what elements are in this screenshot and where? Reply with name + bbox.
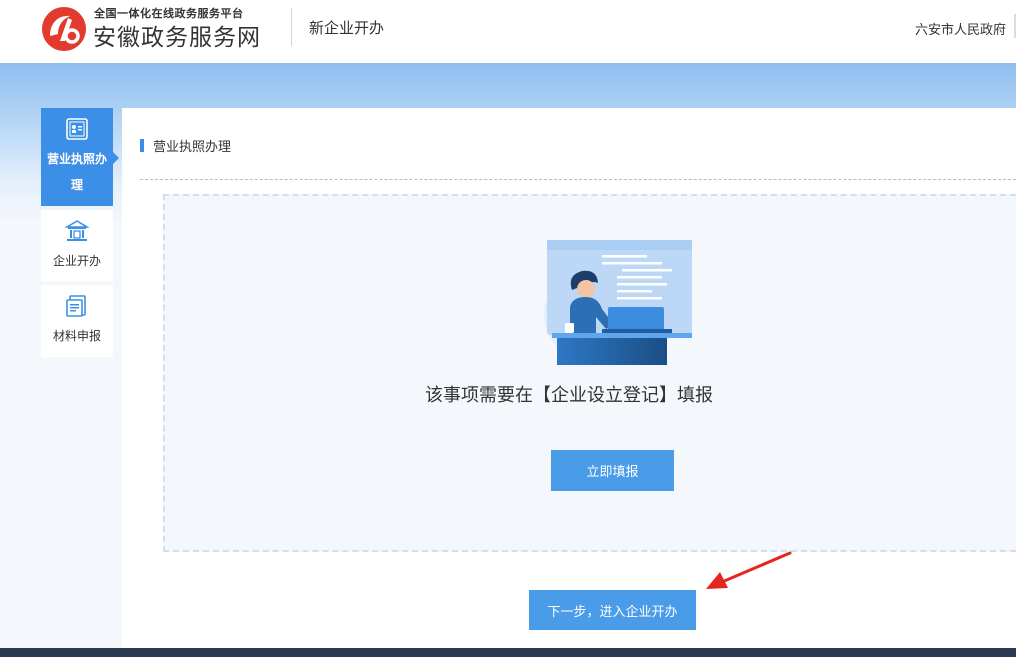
fill-now-button[interactable]: 立即填报 xyxy=(551,450,674,491)
sidebar-item-label: 材料申报 xyxy=(52,329,101,343)
license-icon xyxy=(66,118,88,140)
notice-text: 该事项需要在【企业设立登记】填报 xyxy=(425,385,713,406)
site-title[interactable]: 安徽政务服务网 xyxy=(93,18,261,52)
active-indicator-arrow xyxy=(113,152,119,164)
sidebar-item-company[interactable]: 企业开办 xyxy=(41,210,113,281)
sidebar-item-label: 营业执照办理 xyxy=(46,152,107,192)
logo-icon[interactable] xyxy=(41,6,87,52)
section-divider xyxy=(140,179,1016,180)
header-section-title: 新企业开办 xyxy=(309,19,385,37)
header-divider xyxy=(291,8,292,46)
annotation-arrow-icon xyxy=(706,551,792,589)
sidebar-item-materials[interactable]: 材料申报 xyxy=(41,285,113,357)
document-icon xyxy=(66,295,86,317)
sidebar-item-label: 企业开办 xyxy=(52,254,101,268)
sidebar-item-license[interactable]: 营业执照办理 xyxy=(41,108,113,206)
site-header: 全国一体化在线政务服务平台 安徽政务服务网 新企业开办 六安市人民政府 xyxy=(0,0,1016,63)
region-link[interactable]: 六安市人民政府 xyxy=(915,19,1006,38)
person-at-laptop-illustration xyxy=(544,240,692,365)
building-icon xyxy=(65,220,89,241)
footer-bar xyxy=(0,648,1016,657)
main-panel: 营业执照办理 该事项需要在【企业设立登记】填报 立即填报 下一步，进入企业开办 xyxy=(122,108,1016,648)
section-title-marker xyxy=(140,139,144,152)
next-step-button[interactable]: 下一步，进入企业开办 xyxy=(529,590,696,630)
section-title: 营业执照办理 xyxy=(153,140,232,155)
